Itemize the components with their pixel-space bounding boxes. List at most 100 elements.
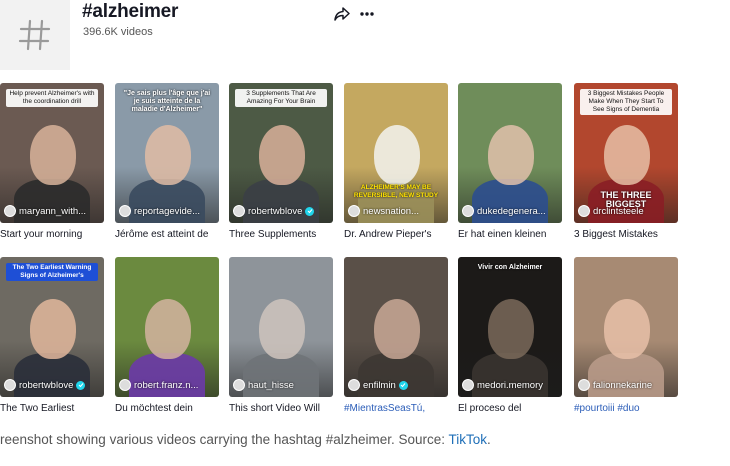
author-handle[interactable]: falionnekarine [578, 378, 674, 392]
overlay-text: Vivir con Alzheimer [477, 264, 543, 271]
video-caption[interactable]: #MientrasSeasTú, [344, 403, 454, 414]
author-handle[interactable]: robertwblove [233, 204, 329, 218]
video-card[interactable]: robert.franz.n... Du möchtest dein [115, 257, 219, 417]
author-avatar [348, 379, 360, 391]
video-card[interactable]: ALZHEIMER'S MAY BE REVERSIBLE, NEW STUDY… [344, 83, 448, 243]
author-avatar [462, 379, 474, 391]
overlay-text: 3 Supplements That Are Amazing For Your … [235, 89, 327, 107]
video-thumbnail[interactable]: The Two Earliest Warning Signs of Alzhei… [0, 257, 104, 397]
thumbnail-face [145, 299, 191, 359]
video-card[interactable]: 3 Supplements That Are Amazing For Your … [229, 83, 333, 243]
overlay-text: The Two Earliest Warning Signs of Alzhei… [6, 263, 98, 281]
share-button[interactable] [333, 5, 351, 23]
author-handle[interactable]: newsnation... [348, 204, 444, 218]
video-thumbnail[interactable]: haut_hisse [229, 257, 333, 397]
more-icon [360, 12, 374, 16]
author-name: reportagevide... [134, 205, 201, 217]
video-row: Help prevent Alzheimer's with the coordi… [0, 83, 700, 243]
author-name: haut_hisse [248, 379, 294, 391]
author-avatar [348, 205, 360, 217]
verified-badge-icon [305, 206, 315, 216]
video-row: The Two Earliest Warning Signs of Alzhei… [0, 257, 700, 417]
video-thumbnail[interactable]: "Je sais plus l'âge que j'ai je suis att… [115, 83, 219, 223]
overlay-text: 3 Biggest Mistakes People Make When They… [580, 89, 672, 115]
author-name: dukedegenera... [477, 205, 546, 217]
video-caption[interactable]: Er hat einen kleinen [458, 229, 568, 240]
video-card[interactable]: "Je sais plus l'âge que j'ai je suis att… [115, 83, 219, 243]
video-thumbnail[interactable]: enfilmin [344, 257, 448, 397]
thumbnail-face [30, 125, 76, 185]
author-handle[interactable]: medori.memory [462, 378, 558, 392]
video-caption[interactable]: This short Video Will [229, 403, 339, 414]
author-name: falionnekarine [593, 379, 653, 391]
video-thumbnail[interactable]: falionnekarine [574, 257, 678, 397]
author-handle[interactable]: dukedegenera... [462, 204, 558, 218]
verified-badge-icon [398, 380, 408, 390]
author-avatar [4, 379, 16, 391]
video-caption[interactable]: Three Supplements [229, 229, 339, 240]
thumbnail-face [488, 299, 534, 359]
video-thumbnail[interactable]: robert.franz.n... [115, 257, 219, 397]
thumbnail-face [374, 299, 420, 359]
hashtag-avatar [0, 0, 70, 70]
author-handle[interactable]: reportagevide... [119, 204, 215, 218]
author-handle[interactable]: drclintsteele [578, 204, 674, 218]
author-handle[interactable]: robertwblove [4, 378, 100, 392]
share-icon [334, 7, 350, 21]
hashtag-header: #alzheimer 396.6K videos [0, 0, 730, 76]
video-card[interactable]: falionnekarine #pourtoiii #duo [574, 257, 678, 417]
more-options-button[interactable] [358, 5, 376, 23]
video-card[interactable]: enfilmin #MientrasSeasTú, [344, 257, 448, 417]
video-caption[interactable]: 3 Biggest Mistakes [574, 229, 684, 240]
source-caption: reenshot showing various videos carrying… [0, 432, 491, 447]
thumbnail-face [604, 125, 650, 185]
video-card[interactable]: The Two Earliest Warning Signs of Alzhei… [0, 257, 104, 417]
author-avatar [119, 379, 131, 391]
author-avatar [462, 205, 474, 217]
author-avatar [119, 205, 131, 217]
overlay-text: "Je sais plus l'âge que j'ai je suis att… [123, 90, 211, 113]
video-caption[interactable]: The Two Earliest [0, 403, 110, 414]
video-caption[interactable]: Du möchtest dein [115, 403, 225, 414]
thumbnail-face [604, 299, 650, 359]
thumbnail-face [30, 299, 76, 359]
thumbnail-face [374, 125, 420, 185]
thumbnail-face [259, 299, 305, 359]
video-caption[interactable]: El proceso del [458, 403, 568, 414]
video-thumbnail[interactable]: dukedegenera... [458, 83, 562, 223]
caption-end: . [487, 432, 491, 447]
author-avatar [578, 379, 590, 391]
video-caption[interactable]: Dr. Andrew Pieper's [344, 229, 454, 240]
verified-badge-icon [76, 380, 86, 390]
video-caption[interactable]: Jérôme est atteint de [115, 229, 225, 240]
video-thumbnail[interactable]: Vivir con Alzheimer medori.memory [458, 257, 562, 397]
thumbnail-face [488, 125, 534, 185]
video-thumbnail[interactable]: 3 Biggest Mistakes People Make When They… [574, 83, 678, 223]
video-count: 396.6K videos [83, 26, 153, 38]
author-handle[interactable]: enfilmin [348, 378, 444, 392]
video-card[interactable]: dukedegenera... Er hat einen kleinen [458, 83, 562, 243]
thumbnail-face [145, 125, 191, 185]
video-caption[interactable]: Start your morning [0, 229, 110, 240]
author-handle[interactable]: robert.franz.n... [119, 378, 215, 392]
source-link[interactable]: TikTok [449, 432, 488, 447]
video-thumbnail[interactable]: Help prevent Alzheimer's with the coordi… [0, 83, 104, 223]
video-card[interactable]: 3 Biggest Mistakes People Make When They… [574, 83, 678, 243]
video-thumbnail[interactable]: ALZHEIMER'S MAY BE REVERSIBLE, NEW STUDY… [344, 83, 448, 223]
author-name: robertwblove [19, 379, 74, 391]
author-handle[interactable]: maryann_with... [4, 204, 100, 218]
author-avatar [233, 205, 245, 217]
overlay-headline: ALZHEIMER'S MAY BE REVERSIBLE, NEW STUDY [353, 184, 439, 199]
video-card[interactable]: Help prevent Alzheimer's with the coordi… [0, 83, 104, 243]
author-avatar [4, 205, 16, 217]
caption-text: reenshot showing various videos carrying… [0, 432, 449, 447]
author-name: medori.memory [477, 379, 543, 391]
author-avatar [578, 205, 590, 217]
video-thumbnail[interactable]: 3 Supplements That Are Amazing For Your … [229, 83, 333, 223]
author-handle[interactable]: haut_hisse [233, 378, 329, 392]
author-name: newsnation... [363, 205, 419, 217]
video-card[interactable]: Vivir con Alzheimer medori.memory El proce… [458, 257, 562, 417]
author-name: robertwblove [248, 205, 303, 217]
video-card[interactable]: haut_hisse This short Video Will [229, 257, 333, 417]
video-caption[interactable]: #pourtoiii #duo [574, 403, 684, 414]
